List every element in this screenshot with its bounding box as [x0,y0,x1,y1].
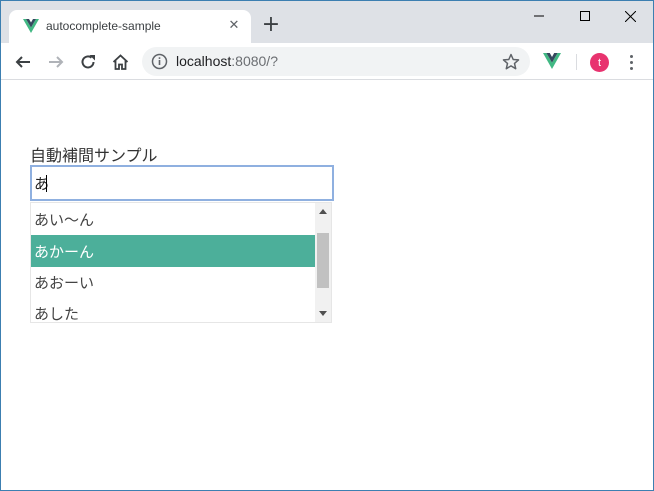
autocomplete-input[interactable] [30,165,334,201]
tab-close-icon[interactable]: ✕ [226,17,242,33]
close-icon [624,10,636,22]
profile-avatar[interactable]: t [590,53,609,72]
scroll-down-button[interactable] [315,305,331,322]
forward-button[interactable] [43,49,69,75]
page-content: 自動補間サンプル あい〜ん あかーん あおーい あした [1,81,653,490]
home-icon [112,54,128,70]
bookmark-star-icon[interactable] [502,53,520,71]
triangle-up-icon [319,209,327,214]
close-window-button[interactable] [607,1,653,31]
new-tab-button[interactable]: + [259,13,283,37]
text-caret [46,175,47,192]
address-bar[interactable]: localhost:8080/? [142,47,530,76]
maximize-icon [580,11,590,21]
suggestion-item[interactable]: あした [31,297,315,323]
url-path: :8080/? [231,53,278,69]
maximize-button[interactable] [562,1,608,31]
suggestion-item-selected[interactable]: あかーん [31,235,315,267]
suggestion-item[interactable]: あい〜ん [31,203,315,235]
browser-toolbar: localhost:8080/? t [1,43,653,80]
info-icon[interactable] [151,53,168,70]
triangle-down-icon [319,311,327,316]
page-title: 自動補間サンプル [30,146,158,165]
scroll-up-button[interactable] [315,203,331,220]
browser-window: autocomplete-sample ✕ + localhost:8080/?… [0,0,654,491]
arrow-left-icon [15,56,30,68]
vue-logo-icon [23,19,39,33]
back-button[interactable] [10,49,36,75]
toolbar-divider [576,54,577,70]
tab-autocomplete-sample[interactable]: autocomplete-sample ✕ [9,10,251,43]
minimize-button[interactable] [516,1,562,31]
scrollbar-thumb[interactable] [317,233,329,288]
tab-strip: autocomplete-sample ✕ + [1,1,653,43]
more-menu-icon[interactable] [623,52,639,72]
suggestion-scrollbar[interactable] [315,203,331,322]
minimize-icon [534,15,544,17]
url-text: localhost:8080/? [176,53,278,69]
tab-title: autocomplete-sample [46,19,161,33]
suggestion-list[interactable]: あい〜ん あかーん あおーい あした [30,202,332,323]
arrow-right-icon [49,56,64,68]
home-button[interactable] [107,49,133,75]
vue-devtools-extension-icon[interactable] [543,53,561,69]
reload-icon [81,55,95,69]
suggestion-item[interactable]: あおーい [31,266,315,298]
url-host: localhost [176,53,232,69]
reload-button[interactable] [75,49,101,75]
